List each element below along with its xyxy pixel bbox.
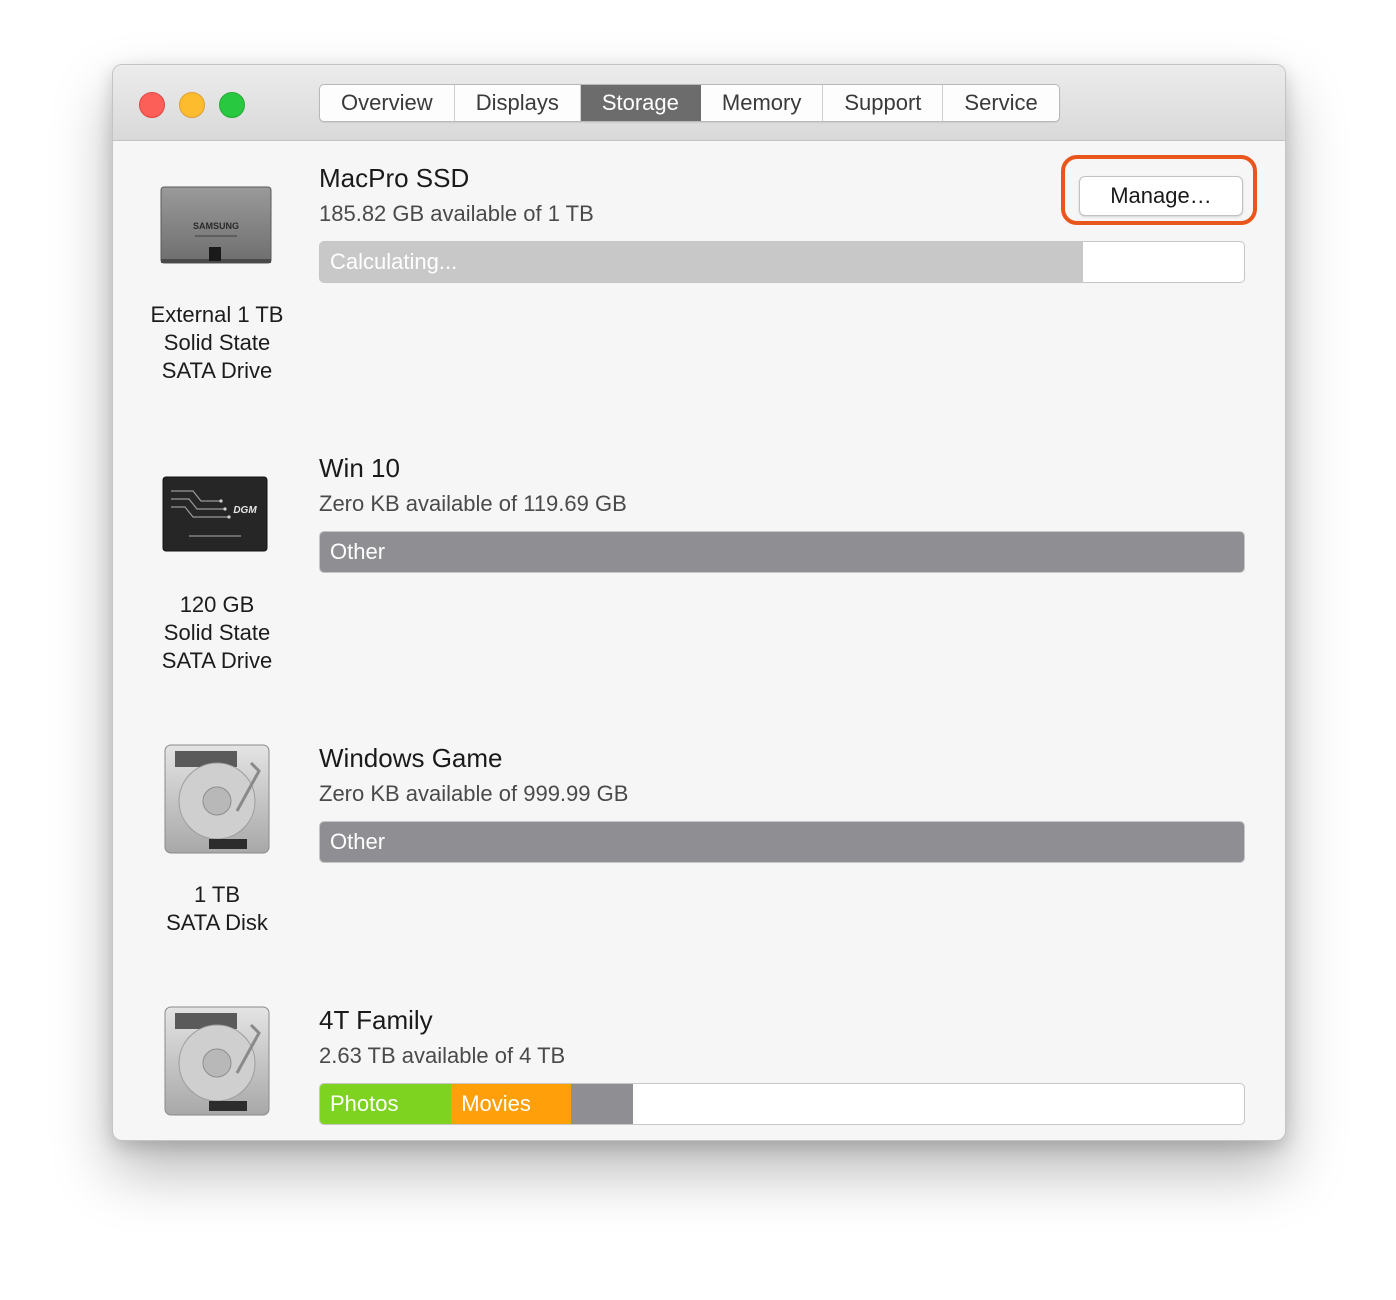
tab-bar: Overview Displays Storage Memory Support… (319, 84, 1060, 122)
drive-name: MacPro SSD (319, 163, 470, 193)
drive-description: 1 TB SATA Disk (166, 882, 268, 935)
drive-available: Zero KB available of 999.99 GB (319, 781, 629, 806)
tab-displays[interactable]: Displays (455, 85, 581, 121)
storage-usage-bar: Other (319, 821, 1245, 863)
title-bar: Overview Displays Storage Memory Support… (113, 65, 1285, 141)
ssd-dgm-icon: DGM (162, 476, 268, 552)
svg-text:SAMSUNG: SAMSUNG (193, 221, 239, 231)
usage-segment-calculating: Calculating... (320, 242, 1084, 282)
manage-button[interactable]: Manage… (1079, 176, 1243, 216)
tab-service[interactable]: Service (943, 85, 1058, 121)
tab-overview[interactable]: Overview (320, 85, 455, 121)
usage-segment-photos: Photos (320, 1084, 452, 1124)
usage-segment-movies: Movies (451, 1084, 572, 1124)
drive-description: 120 GB Solid State SATA Drive (161, 592, 273, 673)
usage-segment-other: Other (320, 532, 1244, 572)
drive-available: 2.63 TB available of 4 TB (319, 1043, 566, 1068)
system-information-window: Overview Displays Storage Memory Support… (112, 64, 1286, 1141)
drive-name: Windows Game (319, 743, 503, 773)
storage-usage-bar: Other (319, 531, 1245, 573)
hard-disk-icon (164, 1006, 270, 1116)
drive-available: Zero KB available of 119.69 GB (319, 491, 627, 516)
tab-support[interactable]: Support (823, 85, 944, 121)
storage-usage-bar: Calculating... (319, 241, 1245, 283)
tab-memory[interactable]: Memory (701, 85, 824, 121)
drive-available: 185.82 GB available of 1 TB (319, 201, 594, 226)
drive-name: 4T Family (319, 1005, 433, 1035)
tab-storage[interactable]: Storage (580, 85, 701, 121)
hard-disk-icon (164, 744, 270, 854)
drive-description: External 1 TB Solid State SATA Drive (150, 302, 284, 383)
zoom-window-button[interactable] (219, 92, 245, 118)
ssd-samsung-icon: SAMSUNG (160, 186, 272, 264)
minimize-window-button[interactable] (179, 92, 205, 118)
svg-text:DGM: DGM (233, 505, 257, 516)
usage-segment-other: Other (320, 822, 1244, 862)
close-window-button[interactable] (139, 92, 165, 118)
usage-segment-unlabeled (571, 1084, 634, 1124)
storage-usage-bar: Photos Movies (319, 1083, 1245, 1125)
drive-name: Win 10 (319, 453, 400, 483)
